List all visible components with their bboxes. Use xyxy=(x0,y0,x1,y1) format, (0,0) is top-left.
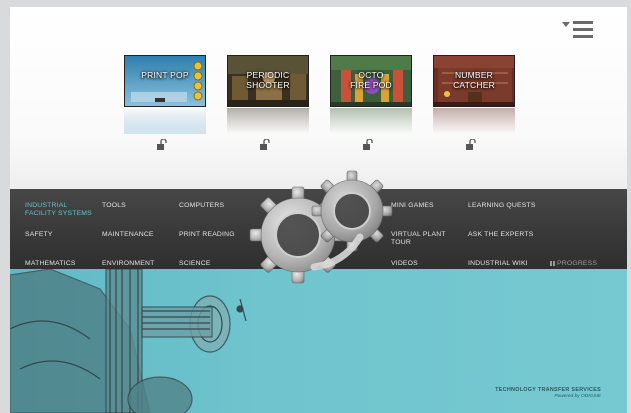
nav-science[interactable]: SCIENCE xyxy=(179,260,211,268)
nav-progress[interactable]: PROGRESS xyxy=(550,260,597,268)
nav-ask-the-experts[interactable]: ASK THE EXPERTS xyxy=(468,231,533,239)
game-octo-fire-pod[interactable]: OCTO FIRE POD xyxy=(330,55,412,135)
brand-powered-by: Powered by ODIGSIE xyxy=(554,394,601,399)
hero-banner: TECHNOLOGY TRANSFER SERVICES Powered by … xyxy=(10,269,627,413)
game-print-pop[interactable]: PRINT POP xyxy=(124,55,206,135)
thumbnail-reflection xyxy=(433,108,515,134)
nav-safety[interactable]: SAFETY xyxy=(25,231,53,239)
nav-learning-quests[interactable]: LEARNING QUESTS xyxy=(468,202,536,210)
thumbnail-reflection xyxy=(227,108,309,134)
app-frame: PRINT POP PERIODIC SHOOTER OCTO FIRE POD… xyxy=(10,7,627,413)
nav-environment[interactable]: ENVIRONMENT xyxy=(102,260,154,268)
menu-bar xyxy=(573,28,593,31)
game-title: NUMBER CATCHER xyxy=(453,70,495,90)
nav-industrial-wiki[interactable]: INDUSTRIAL WIKI xyxy=(468,260,528,268)
unlock-icon xyxy=(260,139,270,150)
game-title: OCTO FIRE POD xyxy=(350,70,392,90)
brand-name: TECHNOLOGY TRANSFER SERVICES xyxy=(495,387,601,393)
nav-maintenance[interactable]: MAINTENANCE xyxy=(102,231,154,239)
games-panel: PRINT POP PERIODIC SHOOTER OCTO FIRE POD… xyxy=(10,7,627,189)
brand-footer: TECHNOLOGY TRANSFER SERVICES Powered by … xyxy=(495,387,601,399)
nav-tools[interactable]: TOOLS xyxy=(102,202,126,210)
nav-print-reading[interactable]: PRINT READING xyxy=(179,231,235,239)
dropdown-triangle-icon xyxy=(562,22,570,27)
thumbnail-reflection xyxy=(330,108,412,134)
unlock-icon xyxy=(466,139,476,150)
nav-industrial-facility-systems[interactable]: INDUSTRIAL FACILITY SYSTEMS xyxy=(25,202,92,218)
game-number-catcher[interactable]: NUMBER CATCHER xyxy=(433,55,515,135)
nav-computers[interactable]: COMPUTERS xyxy=(179,202,224,210)
menu-bar xyxy=(573,21,593,24)
unlock-icon xyxy=(363,139,373,150)
gears-logo xyxy=(249,170,393,284)
game-title: PRINT POP xyxy=(141,70,189,80)
grid-icon xyxy=(550,260,555,266)
game-thumbnail xyxy=(124,55,206,107)
unlock-icon xyxy=(157,139,167,150)
nav-virtual-plant-tour[interactable]: VIRTUAL PLANT TOUR xyxy=(391,231,446,247)
hamburger-menu-icon[interactable] xyxy=(562,21,594,41)
thumbnail-reflection xyxy=(124,108,206,134)
game-title: PERIODIC SHOOTER xyxy=(246,70,290,90)
menu-bar xyxy=(573,35,593,38)
game-periodic-shooter[interactable]: PERIODIC SHOOTER xyxy=(227,55,309,135)
nav-mathematics[interactable]: MATHEMATICS xyxy=(25,260,76,268)
